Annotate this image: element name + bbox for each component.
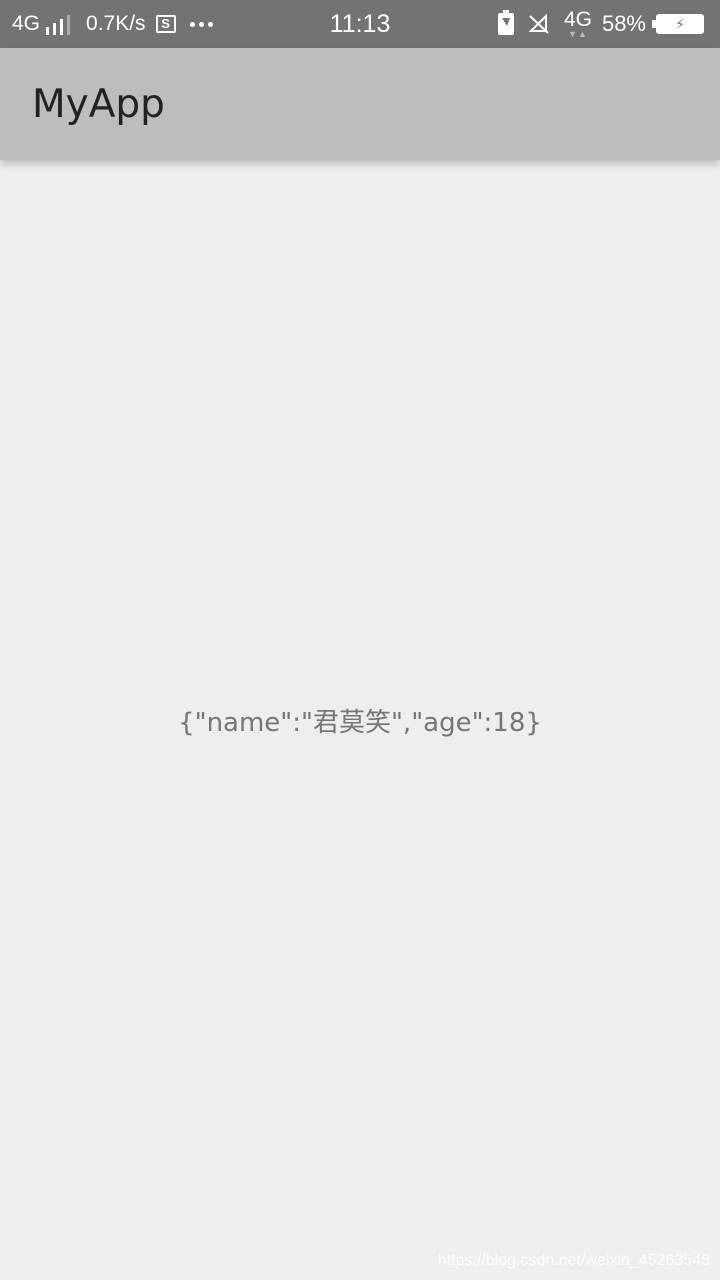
network-type-left: 4G — [12, 12, 41, 35]
battery-saver-icon — [497, 10, 514, 35]
mute-icon — [528, 13, 550, 34]
more-dots-icon — [189, 21, 213, 27]
watermark: https://blog.csdn.net/weixin_45263548 — [437, 1252, 710, 1269]
network-type-right-group: 4G ▼▲ — [563, 8, 592, 39]
status-bar-right: 4G ▼▲ 58% ⚡ — [497, 0, 704, 48]
screenshot-icon: S — [154, 13, 178, 35]
network-type-right: 4G — [563, 8, 592, 31]
app-bar: MyApp — [0, 48, 720, 160]
json-text-view: {"name":"君莫笑","age":18} — [178, 708, 542, 738]
screenshot-icon-letter: S — [161, 16, 170, 31]
network-speed: 0.7K/s — [86, 12, 146, 35]
main-content: {"name":"君莫笑","age":18} https://blog.csd… — [0, 160, 720, 1280]
battery-charging-icon: ⚡ — [652, 14, 704, 34]
app-title: MyApp — [32, 82, 165, 127]
battery-percent: 58% — [601, 11, 646, 36]
status-bar-left: 4G 0.7K/s S — [12, 0, 213, 48]
status-bar: 4G 0.7K/s S 11:13 4G ▼▲ 58% ⚡ — [0, 0, 720, 48]
data-activity-icon: ▼▲ — [568, 29, 588, 39]
signal-bars-icon — [46, 13, 71, 35]
